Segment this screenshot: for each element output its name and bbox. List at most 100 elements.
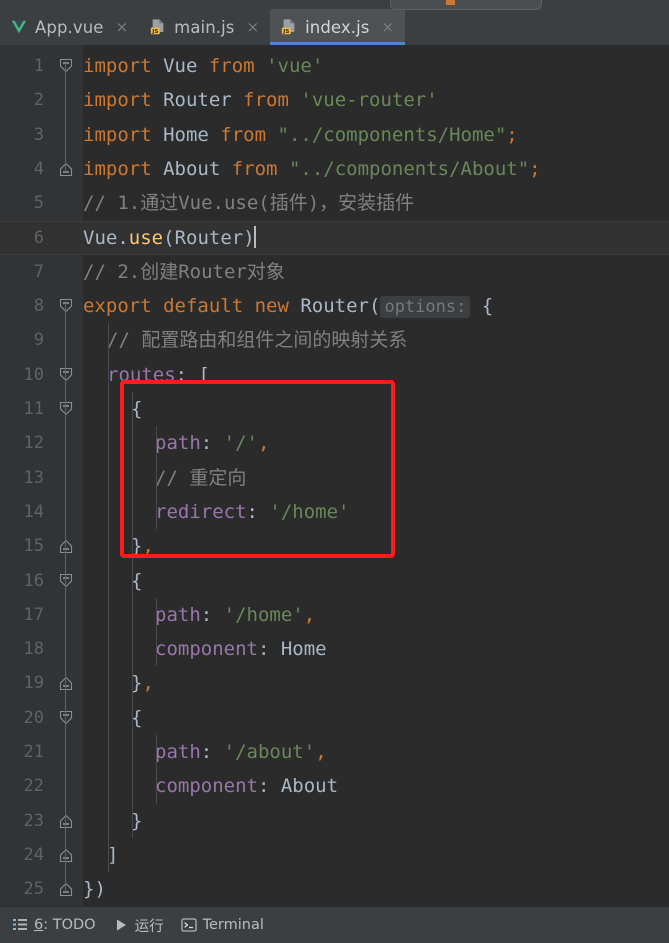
code-token: :: [200, 741, 213, 763]
code-token: About: [280, 775, 339, 798]
tab-close-icon[interactable]: ×: [114, 18, 131, 37]
fold-marker-start[interactable]: [56, 49, 76, 83]
fold-marker-end[interactable]: [56, 529, 76, 563]
editor-tab-bar: App.vue × JS main.js × JS index.js ×: [0, 9, 669, 45]
code-token: ): [94, 878, 106, 901]
code-token: routes: [107, 363, 176, 386]
fold-connector: [65, 303, 66, 893]
code-line[interactable]: // 配置路由和组件之间的映射关系: [107, 323, 669, 357]
line-number: 22: [23, 776, 44, 797]
code-line[interactable]: path: '/home',: [155, 598, 669, 632]
code-line[interactable]: // 1.通过Vue.use(插件)，安装插件: [83, 186, 669, 220]
code-line[interactable]: import Vue from 'vue': [83, 49, 669, 83]
js-file-icon: JS: [149, 18, 167, 36]
code-token: ,: [258, 432, 270, 455]
code-line[interactable]: // 2.创建Router对象: [83, 255, 669, 289]
editor-tab-main-js[interactable]: JS main.js ×: [139, 9, 270, 45]
line-number: 14: [23, 501, 44, 522]
code-token: import: [83, 157, 164, 180]
code-line[interactable]: }): [83, 872, 669, 906]
line-number: 3: [33, 124, 44, 145]
code-token: Router: [174, 226, 244, 249]
code-line[interactable]: {: [131, 701, 669, 735]
fold-marker-start[interactable]: [56, 392, 76, 426]
line-number: 6: [33, 227, 44, 248]
tab-close-icon[interactable]: ×: [245, 18, 262, 37]
toolbar-strip: [0, 0, 669, 10]
code-token: (: [369, 295, 381, 318]
fold-marker-start[interactable]: [56, 564, 76, 598]
tool-window-button-terminal[interactable]: Terminal: [177, 907, 277, 943]
code-token: path: [155, 603, 201, 626]
fold-marker-end[interactable]: [56, 666, 76, 700]
code-token: ;: [506, 123, 518, 146]
ide-window: App.vue × JS main.js × JS index.js × 1 import Vu…: [0, 0, 669, 943]
code-token: Router: [163, 89, 232, 112]
code-token: Vue: [163, 55, 198, 77]
code-line[interactable]: component: Home: [155, 632, 669, 666]
fold-marker-start[interactable]: [56, 701, 76, 735]
run-play-icon: [113, 917, 129, 933]
code-line[interactable]: },: [131, 529, 669, 563]
code-line[interactable]: {: [131, 392, 669, 426]
code-token: from: [231, 157, 278, 180]
fold-marker-end[interactable]: [56, 872, 76, 906]
code-line[interactable]: ]: [107, 838, 669, 872]
fold-marker-start[interactable]: [56, 289, 76, 323]
code-token: Home: [280, 638, 327, 661]
code-line[interactable]: }: [131, 804, 669, 838]
code-token: Home: [163, 123, 209, 146]
code-line[interactable]: // 重定向: [155, 461, 669, 495]
code-token: :: [257, 638, 270, 661]
code-token: 'vue-router': [300, 89, 438, 112]
line-number: 24: [23, 844, 44, 865]
tool-window-button-run-play[interactable]: 运行: [109, 907, 177, 943]
code-line[interactable]: routes: [: [107, 358, 669, 392]
code-token: '/about': [223, 741, 316, 763]
text-caret: [253, 225, 256, 248]
code-line[interactable]: },: [131, 666, 669, 700]
code-token: import: [83, 123, 164, 146]
line-number: 25: [23, 879, 44, 900]
svg-text:JS: JS: [151, 29, 158, 35]
line-number: 16: [23, 570, 44, 591]
run-configuration-widget[interactable]: [390, 0, 542, 10]
code-line[interactable]: redirect: '/home': [155, 495, 669, 529]
code-token: Vue: [83, 226, 118, 249]
code-token: ,: [315, 741, 327, 763]
code-token: ,: [142, 535, 154, 558]
tool-window-button-todo-list[interactable]: 6: TODO: [8, 907, 109, 943]
code-token: }: [83, 878, 95, 901]
editor-tab-index-js[interactable]: JS index.js ×: [270, 9, 406, 45]
code-line[interactable]: path: '/',: [155, 426, 669, 460]
fold-marker-end[interactable]: [56, 838, 76, 872]
code-token: (: [163, 226, 175, 249]
line-number: 13: [23, 467, 44, 488]
code-line[interactable]: import Home from "../components/Home";: [83, 118, 669, 152]
code-line[interactable]: export default new Router(options: {: [83, 289, 669, 323]
editor-tab-app-vue[interactable]: App.vue ×: [0, 9, 139, 45]
tab-label: index.js: [305, 17, 370, 37]
code-line[interactable]: import About from "../components/About";: [83, 152, 669, 186]
line-number: 20: [23, 707, 44, 728]
code-editor[interactable]: 1 import Vue from 'vue' 2 import Router fro…: [0, 45, 669, 906]
code-line[interactable]: Vue.use(Router): [83, 221, 669, 255]
line-number: 10: [23, 364, 44, 385]
fold-marker-end[interactable]: [56, 152, 76, 186]
code-line[interactable]: path: '/about',: [155, 735, 669, 769]
code-line[interactable]: component: About: [155, 769, 669, 803]
code-token: .: [117, 226, 129, 249]
line-number: 21: [23, 742, 44, 762]
code-line[interactable]: import Router from 'vue-router': [83, 83, 669, 117]
fold-marker-end[interactable]: [56, 804, 76, 838]
tab-close-icon[interactable]: ×: [379, 18, 396, 37]
fold-marker-start[interactable]: [56, 358, 76, 392]
code-line[interactable]: {: [131, 564, 669, 598]
